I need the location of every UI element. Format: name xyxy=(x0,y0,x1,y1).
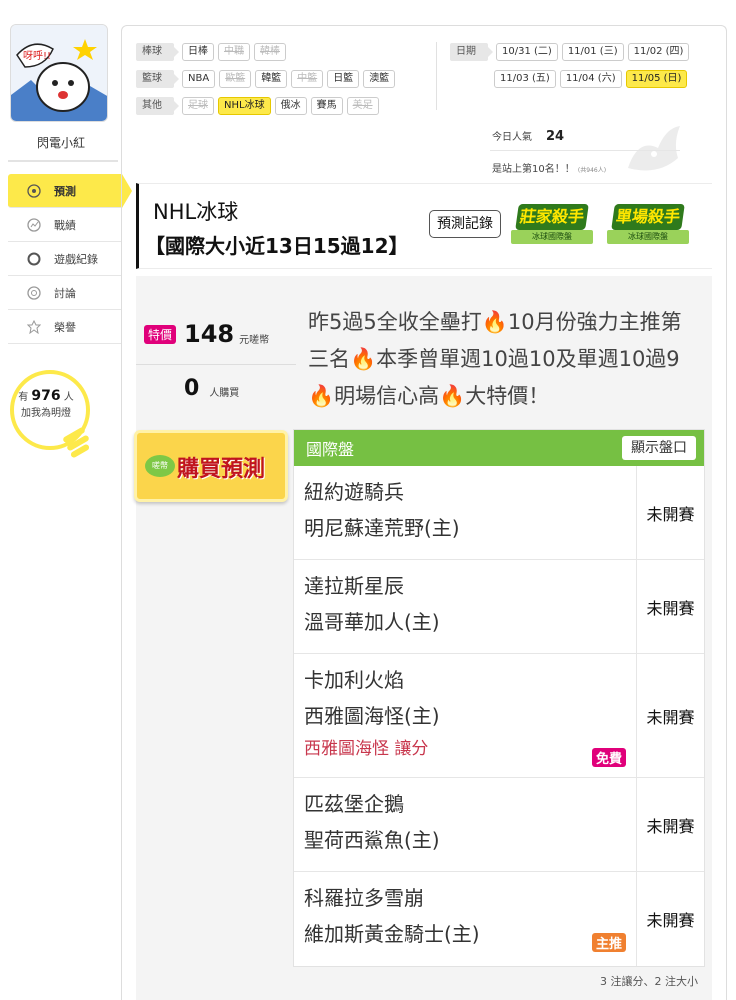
pick-summary: 3 注讓分、2 注大小 xyxy=(600,975,698,988)
date-chip[interactable]: 11/03 (五) xyxy=(494,69,556,88)
prediction-header: NHL冰球 【國際大小近13日15過12】 預測記錄 莊家殺手 冰球國際盤 單場… xyxy=(136,183,712,269)
table-row[interactable]: 卡加利火焰 西雅圖海怪(主) 西雅圖海怪 讓分 免費 未開賽 xyxy=(294,654,704,778)
sidebar-item-label: 戰績 xyxy=(54,218,76,232)
table-row[interactable]: 科羅拉多雪崩 維加斯黃金騎士(主) 主推 未開賽 xyxy=(294,872,704,966)
filter-chip-selected[interactable]: NHL冰球 xyxy=(218,96,271,115)
filter-chip[interactable]: 澳籃 xyxy=(363,69,396,88)
price-value: 148 xyxy=(184,320,235,348)
filter-chip[interactable]: 韓籃 xyxy=(255,69,288,88)
free-badge: 免費 xyxy=(591,748,626,767)
filter-chip[interactable]: 中籃 xyxy=(291,69,324,88)
show-line-button[interactable]: 顯示盤口 xyxy=(622,436,696,460)
filter-chip[interactable]: 俄冰 xyxy=(274,96,307,115)
divider xyxy=(136,364,296,365)
filter-chip[interactable]: 韓棒 xyxy=(254,42,286,61)
prediction-description: 昨5過5全收全壘打🔥10月份強力主推第三名🔥本季曾單週10過10及單週10過9🔥… xyxy=(308,310,682,408)
sidebar-item-record[interactable]: 戰績 xyxy=(8,208,122,242)
game-status: 未開賽 xyxy=(636,778,704,871)
game-status: 未開賽 xyxy=(636,654,704,777)
filter-chip[interactable]: 足球 xyxy=(182,96,214,115)
filter-row-other: 其他 足球 NHL冰球 俄冰 賽馬 美足 xyxy=(136,92,399,119)
buy-prediction-button[interactable]: 嗟幣 購買預測 xyxy=(134,430,288,502)
divider xyxy=(436,42,437,110)
avatar[interactable]: 呀呼!! xyxy=(10,24,108,122)
site-rank: 是站上第10名！！ (共946人) xyxy=(492,164,607,175)
coin-icon: 嗟幣 xyxy=(145,455,175,477)
filter-label: 籃球 xyxy=(136,69,179,88)
circle-icon xyxy=(26,251,42,267)
sidebar-item-label: 榮譽 xyxy=(54,320,76,334)
table-row[interactable]: 紐約遊騎兵 明尼蘇達荒野(主) 未開賽 xyxy=(294,466,704,560)
table-header: 國際盤 顯示盤口 xyxy=(294,430,704,466)
popularity: 今日人氣 24 xyxy=(492,129,565,144)
sidebar-item-label: 討論 xyxy=(54,286,76,300)
filter-chip[interactable]: 日籃 xyxy=(327,69,360,88)
sidebar-item-prediction[interactable]: 預測 xyxy=(8,174,132,208)
date-chip[interactable]: 11/04 (六) xyxy=(559,69,622,88)
table-row[interactable]: 匹茲堡企鵝 聖荷西鯊魚(主) 未開賽 xyxy=(294,778,704,872)
sidebar-nav: 預測 戰績 遊戲紀錄 討論 榮譽 xyxy=(8,174,132,344)
sidebar-item-game-history[interactable]: 遊戲紀錄 xyxy=(8,242,122,276)
buy-button-label: 購買預測 xyxy=(177,457,266,482)
games-table: 國際盤 顯示盤口 紐約遊騎兵 明尼蘇達荒野(主) 未開賽 達拉斯星辰 溫哥華加人… xyxy=(293,429,705,967)
sidebar-item-discussion[interactable]: 討論 xyxy=(8,276,122,310)
table-row[interactable]: 達拉斯星辰 溫哥華加人(主) 未開賽 xyxy=(294,560,704,654)
sidebar-item-label: 預測 xyxy=(54,184,76,198)
date-chip[interactable]: 10/31 (二) xyxy=(496,42,558,61)
streak-subtitle: 【國際大小近13日15過12】 xyxy=(145,234,409,258)
chart-icon xyxy=(26,217,42,233)
sidebar: 呀呼!! 閃電小紅 預測 戰績 遊戲紀錄 討論 榮譽 有 976 人 加我為明燈 xyxy=(0,0,132,1000)
price-row: 特價 148 元嗟幣 xyxy=(144,320,269,348)
divider xyxy=(490,150,680,151)
price-unit: 元嗟幣 xyxy=(239,334,270,346)
date-selector: 日期 10/31 (二) 11/01 (三) 11/02 (四) 11/03 (… xyxy=(450,38,693,92)
single-game-killer-badge: 單場殺手 冰球國際盤 xyxy=(607,202,689,250)
bookmaker-killer-badge: 莊家殺手 冰球國際盤 xyxy=(511,202,593,250)
username[interactable]: 閃電小紅 xyxy=(0,134,122,151)
date-chip[interactable]: 11/01 (三) xyxy=(561,42,624,61)
filter-row-baseball: 棒球 日棒 中職 韓棒 xyxy=(136,38,399,65)
medal-icon xyxy=(26,319,42,335)
main-pick-badge: 主推 xyxy=(591,933,626,952)
sidebar-item-label: 遊戲紀錄 xyxy=(54,252,98,266)
prediction-record-button[interactable]: 預測記錄 xyxy=(429,210,501,238)
mascot-watermark-icon xyxy=(628,126,680,171)
filter-chip[interactable]: 歐籃 xyxy=(219,69,252,88)
buyer-count: 0 人購買 xyxy=(184,376,240,401)
filter-chip[interactable]: 賽馬 xyxy=(310,96,343,115)
game-status: 未開賽 xyxy=(636,872,704,966)
filter-chip[interactable]: 美足 xyxy=(346,96,379,115)
svg-text:呀呼!!: 呀呼!! xyxy=(23,50,51,62)
date-chip-selected[interactable]: 11/05 (日) xyxy=(625,69,688,88)
avatar-illustration-icon: 呀呼!! xyxy=(11,25,107,121)
game-status: 未開賽 xyxy=(636,466,704,559)
filter-row-basketball: 籃球 NBA 歐籃 韓籃 中籃 日籃 澳籃 xyxy=(136,65,399,92)
target-icon xyxy=(26,183,42,199)
filter-chip[interactable]: NBA xyxy=(182,69,216,88)
divider xyxy=(8,160,118,162)
chat-icon xyxy=(26,285,42,301)
sport-filters: 棒球 日棒 中職 韓棒 籃球 NBA 歐籃 韓籃 中籃 日籃 澳籃 其他 足球 … xyxy=(136,38,399,119)
date-label: 日期 xyxy=(450,42,493,61)
filter-label: 其他 xyxy=(136,96,179,115)
prediction-content: 特價 148 元嗟幣 0 人購買 昨5過5全收全壘打🔥10月份強力主推第三名🔥本季… xyxy=(134,276,712,1000)
table-title: 國際盤 xyxy=(306,440,355,459)
game-status: 未開賽 xyxy=(636,560,704,653)
special-price-badge: 特價 xyxy=(144,324,177,344)
date-chip[interactable]: 11/02 (四) xyxy=(627,42,690,61)
filter-chip[interactable]: 中職 xyxy=(218,42,250,61)
filter-label: 棒球 xyxy=(136,42,179,61)
filter-chip[interactable]: 日棒 xyxy=(182,42,214,61)
sidebar-item-honor[interactable]: 榮譽 xyxy=(8,310,122,344)
lamp-follower-count[interactable]: 有 976 人 加我為明燈 xyxy=(8,388,84,422)
sport-title: NHL冰球 xyxy=(153,200,239,224)
